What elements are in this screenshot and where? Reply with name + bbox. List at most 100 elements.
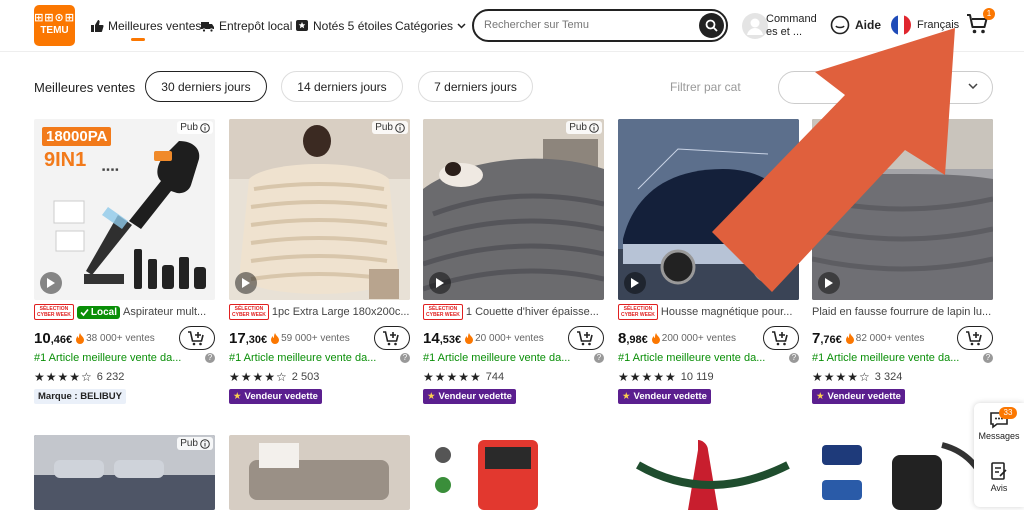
product-card[interactable]: Pub [34, 435, 215, 510]
star-icon: ★ [816, 391, 825, 402]
star-icon: ★ [622, 391, 631, 402]
add-to-cart-button[interactable] [957, 326, 993, 350]
language-selector[interactable]: Français [891, 15, 959, 35]
play-video-button[interactable] [818, 272, 840, 294]
help-icon[interactable]: ? [400, 353, 410, 363]
rating: ★★★★☆ 6 232 [34, 370, 124, 384]
logo-text: TEMU [40, 25, 69, 36]
avatar[interactable] [742, 13, 768, 39]
featured-seller-tag[interactable]: ★ Vendeur vedette [423, 389, 516, 404]
cyber-week-badge: SÉLECTION CYBER WEEK [423, 304, 463, 320]
nav-entrepot-local[interactable]: Entrepôt local [200, 0, 292, 52]
featured-text: Vendeur vedette [244, 391, 318, 402]
title-row: SÉLECTION CYBER WEEK Local Aspirateur mul… [34, 303, 215, 321]
cart-button[interactable]: 1 [966, 8, 995, 41]
period-30-days[interactable]: 30 derniers jours [145, 71, 267, 102]
search-input[interactable]: Rechercher sur Temu [472, 9, 728, 42]
add-to-cart-button[interactable] [763, 326, 799, 350]
product-title[interactable]: 1pc Extra Large 180x200c... [272, 306, 410, 318]
search-button[interactable] [699, 13, 724, 38]
product-image[interactable] [812, 119, 993, 300]
featured-seller-tag[interactable]: ★ Vendeur vedette [229, 389, 322, 404]
product-title[interactable]: Aspirateur mult... [123, 306, 206, 318]
brand-tag[interactable]: Marque : BELIBUY [34, 389, 126, 404]
best-seller-rank[interactable]: #1 Article meilleure vente da...? [812, 350, 993, 366]
play-video-button[interactable] [429, 272, 451, 294]
nav-meilleures-ventes[interactable]: Meilleures ventes [90, 0, 201, 52]
best-seller-rank[interactable]: #1 Article meilleure vente da...? [618, 350, 799, 366]
best-seller-rank[interactable]: #1 Article meilleure vente da...? [34, 350, 215, 366]
cyber-week-badge: SÉLECTION CYBER WEEK [34, 304, 74, 320]
play-icon [436, 278, 444, 288]
product-image[interactable]: Pub [423, 119, 604, 300]
product-card[interactable]: Plaid en fausse fourrure de lapin lu... … [812, 119, 993, 404]
product-image[interactable]: 18000PA 9IN1 ■ ■ ■ ■ Pub [34, 119, 215, 300]
best-seller-rank[interactable]: #1 Article meilleure vente da...? [423, 350, 604, 366]
garland-illustration [618, 435, 799, 510]
sales-count: 38 000+ ventes [86, 332, 155, 344]
product-card[interactable]: 18000PA 9IN1 ■ ■ ■ ■ Pub SÉLECTION CYBER … [34, 119, 215, 404]
info-icon[interactable] [200, 438, 210, 449]
sales-count: 200 000+ ventes [661, 332, 736, 344]
help-icon[interactable]: ? [789, 353, 799, 363]
add-to-cart-button[interactable] [568, 326, 604, 350]
svg-text:■ ■ ■ ■: ■ ■ ■ ■ [102, 167, 118, 173]
play-video-button[interactable] [40, 272, 62, 294]
star-rating: ★★★★★ [423, 370, 482, 384]
nav-notes-5-etoiles[interactable]: Notés 5 étoiles [295, 0, 392, 52]
info-icon[interactable] [200, 122, 210, 133]
vacuum-illustration: ■ ■ ■ ■ [53, 141, 206, 289]
add-to-cart-button[interactable] [374, 326, 410, 350]
star-badge-icon [296, 20, 308, 31]
info-icon[interactable] [589, 122, 599, 133]
featured-seller-tag[interactable]: ★ Vendeur vedette [812, 389, 905, 404]
nav-categories[interactable]: Catégories [395, 0, 470, 52]
car-cover-illustration [618, 119, 799, 300]
product-price: 7,76€ [812, 330, 842, 347]
product-card[interactable]: Pub SÉLECTION CYBER WEEK 1pc Extra Large … [229, 119, 410, 404]
ad-text: Pub [180, 438, 198, 449]
reviews-button[interactable]: Avis [974, 461, 1024, 493]
ad-label: Pub [566, 121, 602, 134]
best-seller-rank[interactable]: #1 Article meilleure vente da...? [229, 350, 410, 366]
category-filter-select[interactable] [778, 71, 993, 104]
product-image[interactable] [618, 119, 799, 300]
period-14-days[interactable]: 14 derniers jours [281, 71, 403, 102]
product-card[interactable] [423, 435, 604, 510]
info-icon[interactable] [395, 122, 405, 133]
help-icon[interactable]: ? [594, 353, 604, 363]
rating: ★★★★★ 10 119 [618, 370, 714, 384]
product-card[interactable] [229, 435, 410, 510]
product-card[interactable] [812, 435, 993, 510]
price-decimal: ,53€ [439, 333, 462, 346]
add-to-cart-button[interactable] [179, 326, 215, 350]
play-video-button[interactable] [235, 272, 257, 294]
featured-seller-tag[interactable]: ★ Vendeur vedette [618, 389, 711, 404]
play-video-button[interactable] [624, 272, 646, 294]
pillow-illustration [229, 435, 410, 510]
product-title[interactable]: Housse magnétique pour... [661, 306, 792, 318]
cart-add-icon [966, 331, 982, 346]
rating-count: 10 119 [680, 371, 714, 383]
product-card[interactable]: Pub SÉLECTION CYBER WEEK 1 Couette d'hive… [423, 119, 604, 404]
product-card[interactable]: SÉLECTION CYBER WEEK Housse magnétique po… [618, 119, 799, 404]
title-row: SÉLECTION CYBER WEEK 1 Couette d'hiver ép… [423, 303, 604, 321]
product-image[interactable]: Pub [229, 119, 410, 300]
product-card[interactable] [618, 435, 799, 510]
side-panel: Messages 33 Avis [974, 403, 1024, 507]
star-rating: ★★★★☆ [812, 370, 871, 384]
cart-add-icon [383, 331, 399, 346]
ad-text: Pub [569, 122, 587, 133]
help-icon[interactable]: ? [983, 353, 993, 363]
period-7-days[interactable]: 7 derniers jours [418, 71, 533, 102]
cyber-week-badge: SÉLECTION CYBER WEEK [229, 304, 269, 320]
product-title[interactable]: 1 Couette d'hiver épaisse... [466, 306, 599, 318]
account-orders-link[interactable]: Command es et ... [766, 13, 817, 39]
product-title[interactable]: Plaid en fausse fourrure de lapin lu... [812, 306, 991, 318]
user-icon [747, 18, 763, 35]
search-placeholder: Rechercher sur Temu [484, 19, 589, 31]
temu-logo[interactable]: ⊞⊞⊙⊞ TEMU [34, 5, 75, 46]
help-icon[interactable]: ? [205, 353, 215, 363]
help-link[interactable]: Aide [830, 15, 881, 35]
plaid-illustration [812, 119, 993, 300]
